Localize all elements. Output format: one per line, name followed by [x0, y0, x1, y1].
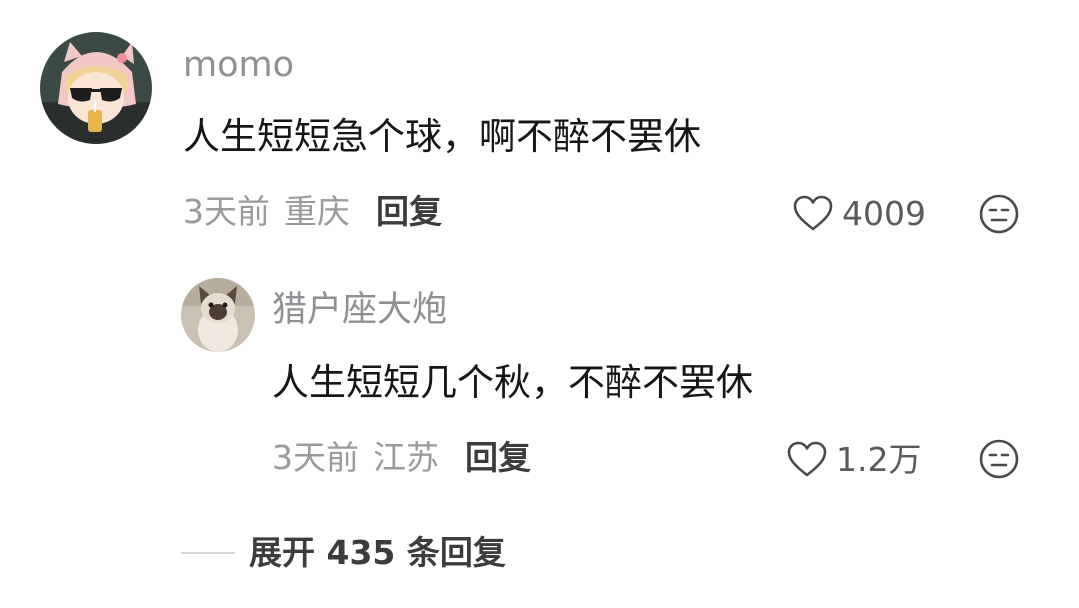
heart-icon — [787, 441, 827, 477]
reply-avatar[interactable] — [181, 278, 255, 352]
comment-like-count: 4009 — [842, 193, 926, 233]
expand-replies-label: 展开 435 条回复 — [249, 533, 506, 572]
comment-reply-button[interactable]: 回复 — [376, 195, 442, 228]
reply-reply-button[interactable]: 回复 — [465, 441, 531, 474]
reply-location: 江苏 — [373, 438, 439, 477]
expand-replies-button[interactable]: 展开 435 条回复 — [181, 536, 506, 569]
reply-username[interactable]: 猎户座大炮 — [272, 293, 447, 328]
reply-text: 人生短短几个秋，不醉不罢休 — [272, 361, 753, 404]
comment-location: 重庆 — [284, 192, 350, 231]
reply-meta: 3天前 江苏 回复 — [272, 441, 531, 474]
comment-like-button[interactable]: 4009 — [792, 194, 926, 232]
avatar[interactable] — [40, 32, 152, 144]
reply-time: 3天前 — [272, 438, 359, 477]
reply-like-button[interactable]: 1.2万 — [786, 440, 921, 478]
reply-dislike-button[interactable] — [978, 438, 1020, 480]
comment-time: 3天前 — [183, 192, 270, 231]
neutral-face-icon — [979, 194, 1019, 234]
expand-divider — [181, 551, 235, 554]
comment-username[interactable]: momo — [183, 48, 294, 83]
comment-text: 人生短短急个球，啊不醉不罢休 — [183, 115, 701, 158]
comment-meta: 3天前 重庆 回复 — [183, 195, 442, 228]
reply-like-count: 1.2万 — [836, 439, 922, 479]
neutral-face-icon — [979, 439, 1019, 479]
comment-dislike-button[interactable] — [978, 193, 1020, 235]
anime-girl-avatar-image — [40, 32, 152, 144]
heart-icon — [793, 195, 833, 231]
cat-avatar-image — [181, 278, 255, 352]
